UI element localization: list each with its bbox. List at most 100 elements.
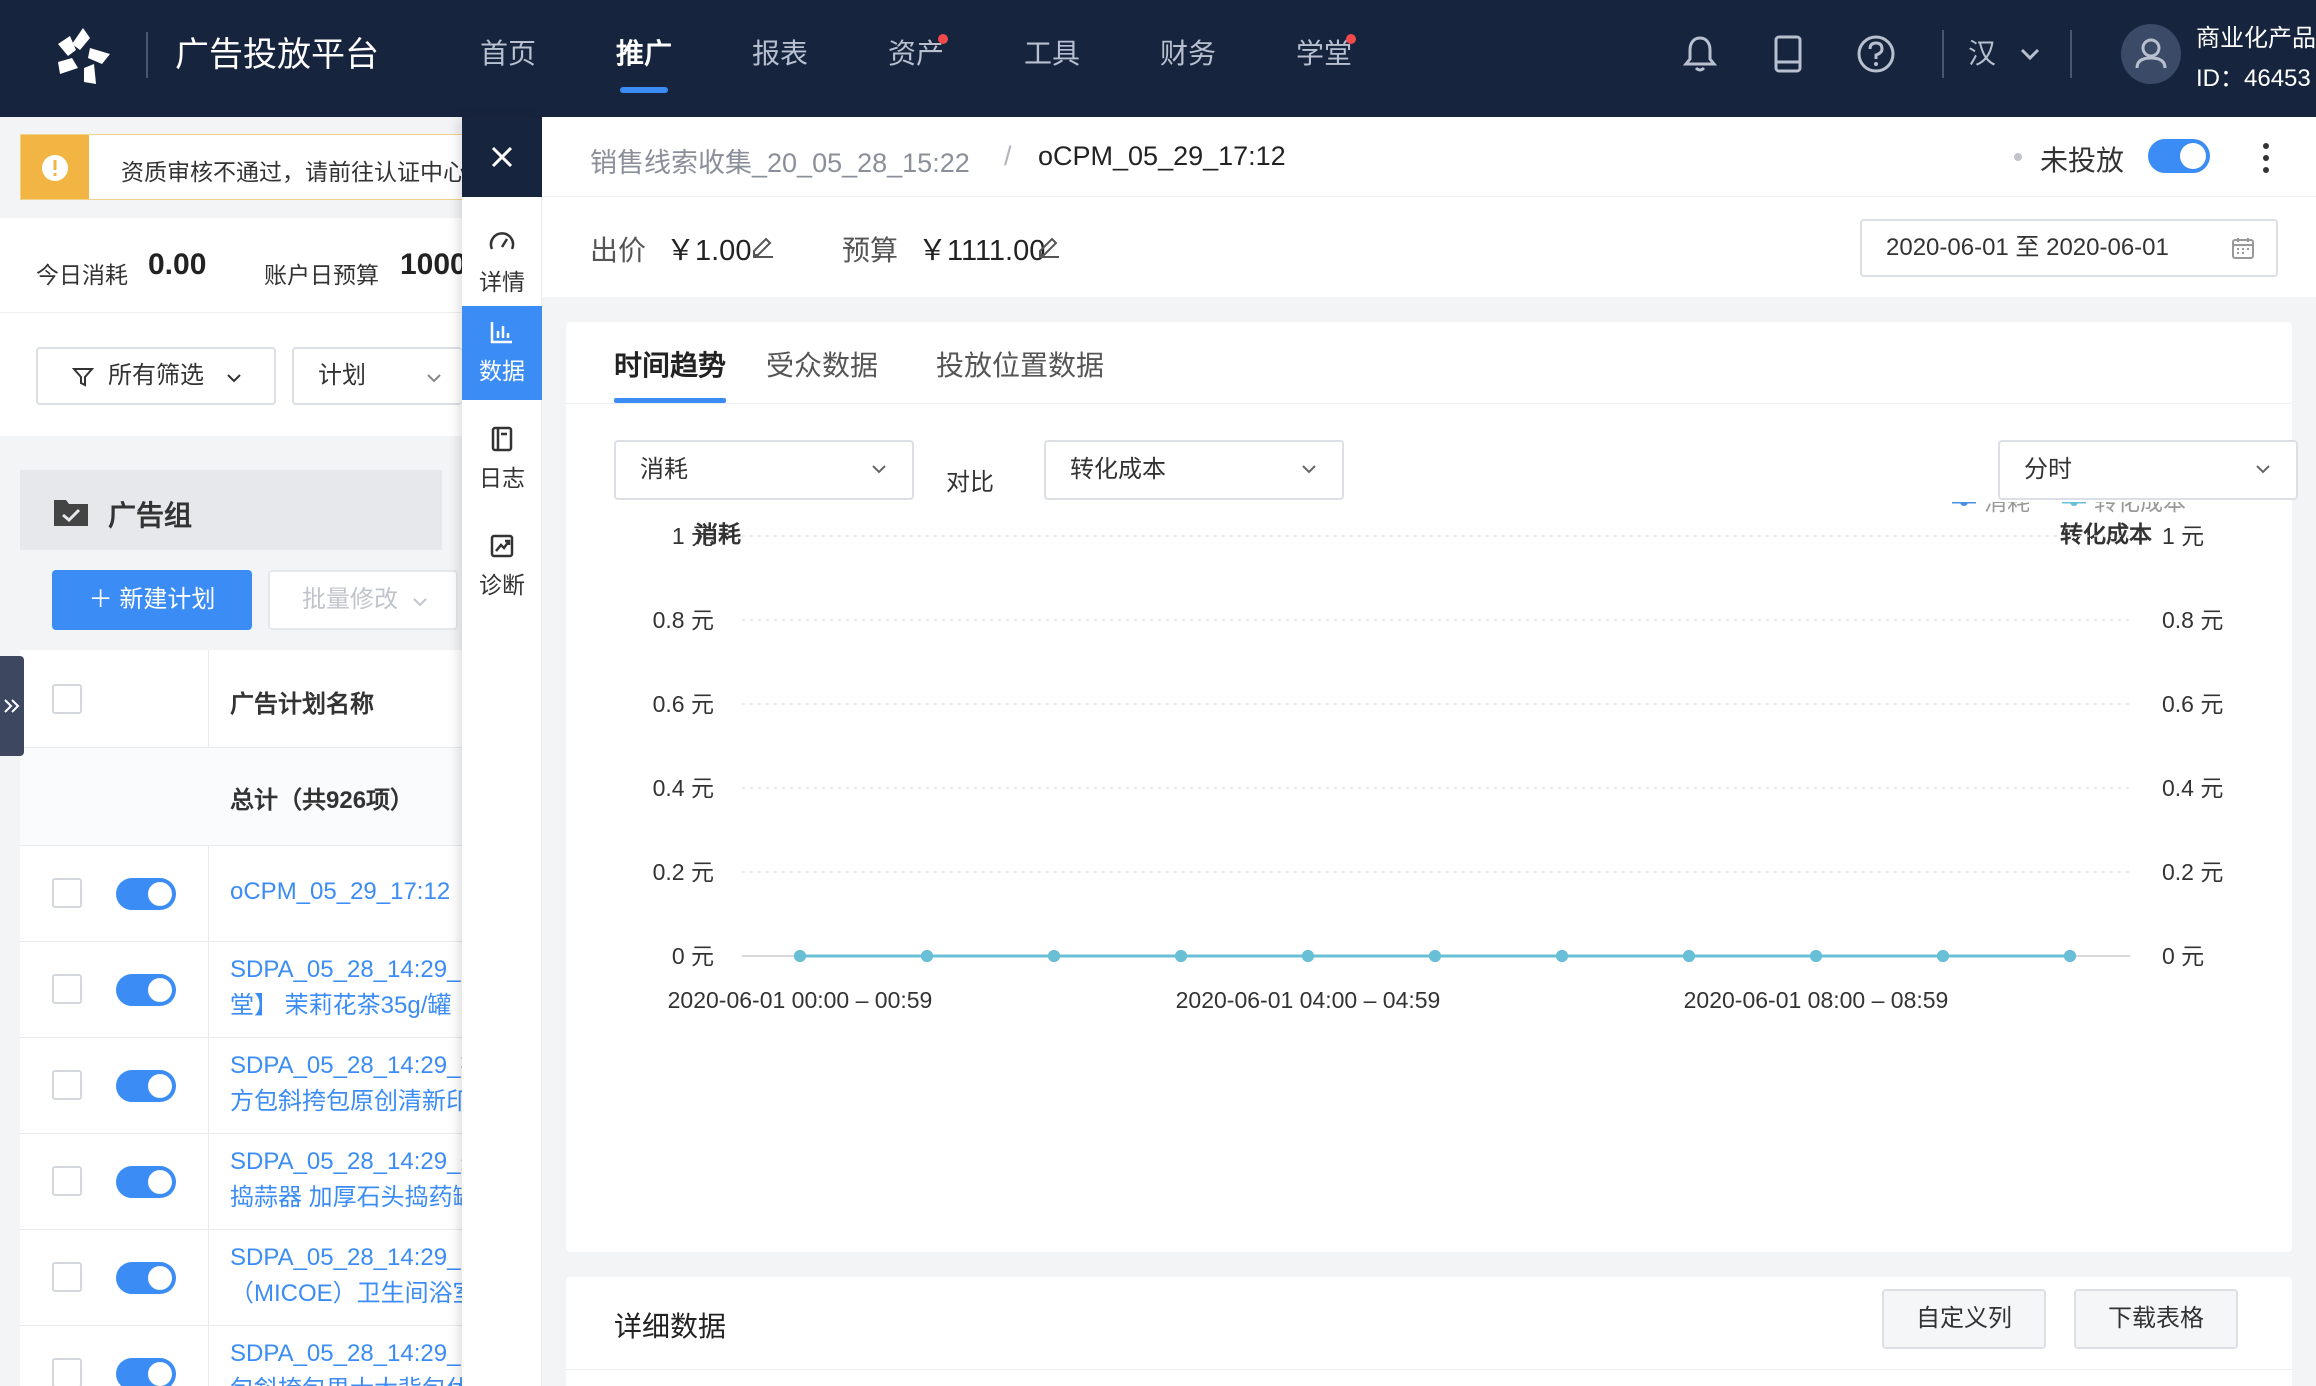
rail-tab-details[interactable]: 详情	[462, 217, 542, 311]
plan-name-link[interactable]: SDPA_05_28_14:29_	[230, 952, 460, 988]
dashboard-icon	[489, 232, 515, 250]
custom-columns-button[interactable]: 自定义列	[1882, 1289, 2046, 1349]
table-row[interactable]: oCPM_05_29_17:12	[20, 846, 462, 942]
rail-tab-diagnosis[interactable]: 诊断	[462, 520, 542, 614]
plan-name-link[interactable]: SDPA_05_28_14:29_美	[230, 1144, 462, 1180]
edit-budget-icon[interactable]	[1036, 233, 1062, 259]
y-tick-right: 0.8 元	[2162, 607, 2223, 633]
row-toggle[interactable]	[116, 974, 176, 1006]
data-point	[794, 950, 806, 962]
ad-group-title: 广告组	[108, 500, 193, 531]
row-toggle[interactable]	[116, 1262, 176, 1294]
main-nav: 首页 推广 报表 资产 工具 财务 学堂	[440, 0, 1392, 117]
download-table-button[interactable]: 下载表格	[2074, 1289, 2238, 1349]
help-icon[interactable]	[1854, 32, 1898, 76]
row-checkbox[interactable]	[52, 878, 82, 908]
compare-metric-select[interactable]: 转化成本	[1044, 440, 1344, 500]
y-tick-left: 0 元	[672, 943, 714, 969]
row-checkbox[interactable]	[52, 1070, 82, 1100]
table-row[interactable]: SDPA_05_28_14:29_[ （MICOE）卫生间浴室	[20, 1230, 462, 1326]
qualification-alert[interactable]: 资质审核不通过，请前往认证中心	[20, 134, 465, 200]
time-trend-chart: 消耗 转化成本消耗 转化成本1 元1 元0.8 元 0.8 元0.6 元 0.6 元0.…	[653, 502, 2223, 1013]
expand-panel-tab[interactable]	[0, 656, 24, 756]
chevron-down-icon	[1302, 465, 1316, 474]
plan-name-link[interactable]: oCPM_05_29_17:12	[230, 874, 450, 910]
bell-icon[interactable]	[1678, 32, 1722, 76]
table-total-row: 总计（共926项）	[20, 748, 462, 846]
chevron-down-icon[interactable]	[2016, 40, 2044, 68]
rail-tab-data[interactable]: 数据	[462, 306, 542, 400]
plan-name-link-line2[interactable]: 包斜挎包男士大背包休	[230, 1372, 462, 1386]
granularity-select[interactable]: 分时	[1998, 440, 2298, 500]
nav-reports[interactable]: 报表	[712, 0, 848, 117]
plan-name-link-line2[interactable]: 堂】 茉莉花茶35g/罐	[230, 988, 451, 1024]
row-toggle[interactable]	[116, 878, 176, 910]
select-all-checkbox[interactable]	[52, 684, 82, 714]
plan-name-link[interactable]: SDPA_05_28_14:29_[	[230, 1240, 462, 1276]
nav-promotion[interactable]: 推广	[576, 0, 712, 117]
tablet-icon[interactable]	[1766, 32, 1810, 76]
tab-placement-data[interactable]: 投放位置数据	[936, 344, 1104, 384]
user-avatar-icon[interactable]	[2121, 24, 2181, 84]
row-toggle[interactable]	[116, 1358, 176, 1386]
trend-icon	[490, 534, 514, 558]
plan-name-link-line2[interactable]: 捣蒜器 加厚石头捣药罐	[230, 1180, 462, 1216]
chevron-down-icon	[413, 598, 427, 607]
date-range-picker[interactable]: 2020-06-01 至 2020-06-01	[1860, 219, 2278, 277]
row-toggle[interactable]	[116, 1070, 176, 1102]
tab-audience-data[interactable]: 受众数据	[766, 344, 878, 384]
row-checkbox[interactable]	[52, 1166, 82, 1196]
all-filters-button[interactable]: 所有筛选	[36, 347, 276, 405]
nav-divider	[2070, 30, 2072, 78]
detail-divider	[566, 1369, 2292, 1370]
new-plan-button[interactable]: ＋ 新建计划	[52, 570, 252, 630]
legend-item: 消耗	[1984, 502, 2030, 515]
delivery-toggle[interactable]	[2148, 139, 2210, 173]
column-header-plan-name[interactable]: 广告计划名称	[230, 684, 374, 719]
notification-dot	[938, 34, 948, 44]
total-count: 总计（共926项）	[230, 787, 415, 814]
language-switch[interactable]: 汉	[1968, 32, 1996, 76]
nav-academy[interactable]: 学堂	[1256, 0, 1392, 117]
logo-divider	[146, 32, 148, 78]
plan-name-link-line2[interactable]: 方包斜挎包原创清新印	[230, 1084, 462, 1120]
row-checkbox[interactable]	[52, 1358, 82, 1386]
tab-time-trend[interactable]: 时间趋势	[614, 344, 726, 384]
breadcrumb-parent[interactable]: 销售线索收集_20_05_28_15:22	[590, 141, 970, 180]
ad-group-header[interactable]: 广告组	[20, 470, 442, 550]
nav-tools[interactable]: 工具	[984, 0, 1120, 117]
nav-finance[interactable]: 财务	[1120, 0, 1256, 117]
detail-data-card: 详细数据 自定义列 下载表格	[566, 1277, 2292, 1386]
plan-name-link[interactable]: SDPA_05_28_14:29_初	[230, 1048, 462, 1084]
edit-bid-icon[interactable]	[750, 233, 776, 259]
plan-name-link[interactable]: SDPA_05_28_14:29_	[230, 1336, 460, 1372]
brand-title: 广告投放平台	[175, 36, 379, 74]
rail-tab-log[interactable]: 日志	[462, 413, 542, 507]
x-tick-label: 2020-06-01 08:00 – 08:59	[1684, 987, 1949, 1013]
plan-name-link-line2[interactable]: （MICOE）卫生间浴室	[230, 1276, 462, 1312]
close-drawer-button[interactable]	[462, 117, 542, 197]
budget-value: ￥1111.00	[918, 235, 1046, 267]
y-tick-left: 0.4 元	[653, 775, 714, 801]
compare-metric-value: 转化成本	[1070, 456, 1166, 483]
more-vertical-icon[interactable]	[2258, 141, 2274, 175]
table-row[interactable]: SDPA_05_28_14:29_ 包斜挎包男士大背包休	[20, 1326, 462, 1386]
notification-dot	[1346, 34, 1356, 44]
row-toggle[interactable]	[116, 1166, 176, 1198]
row-checkbox[interactable]	[52, 974, 82, 1004]
close-icon	[491, 146, 513, 168]
top-nav: 广告投放平台 首页 推广 报表 资产 工具 财务 学堂 汉 商业化产品 ID：4…	[0, 0, 2316, 117]
table-row[interactable]: SDPA_05_28_14:29_初 方包斜挎包原创清新印	[20, 1038, 462, 1134]
nav-home[interactable]: 首页	[440, 0, 576, 117]
metric-select[interactable]: 消耗	[614, 440, 914, 500]
level-select[interactable]: 计划	[292, 347, 462, 405]
table-row[interactable]: SDPA_05_28_14:29_美 捣蒜器 加厚石头捣药罐	[20, 1134, 462, 1230]
data-point	[1302, 950, 1314, 962]
nav-assets[interactable]: 资产	[848, 0, 984, 117]
row-checkbox[interactable]	[52, 1262, 82, 1292]
breadcrumb-current: oCPM_05_29_17:12	[1038, 141, 1286, 171]
plan-detail-drawer: 销售线索收集_20_05_28_15:22 / oCPM_05_29_17:12…	[542, 117, 2316, 1386]
table-row[interactable]: SDPA_05_28_14:29_ 堂】 茉莉花茶35g/罐	[20, 942, 462, 1038]
data-tabs: 时间趋势 受众数据 投放位置数据	[566, 322, 2292, 404]
chevron-down-icon	[427, 374, 441, 383]
